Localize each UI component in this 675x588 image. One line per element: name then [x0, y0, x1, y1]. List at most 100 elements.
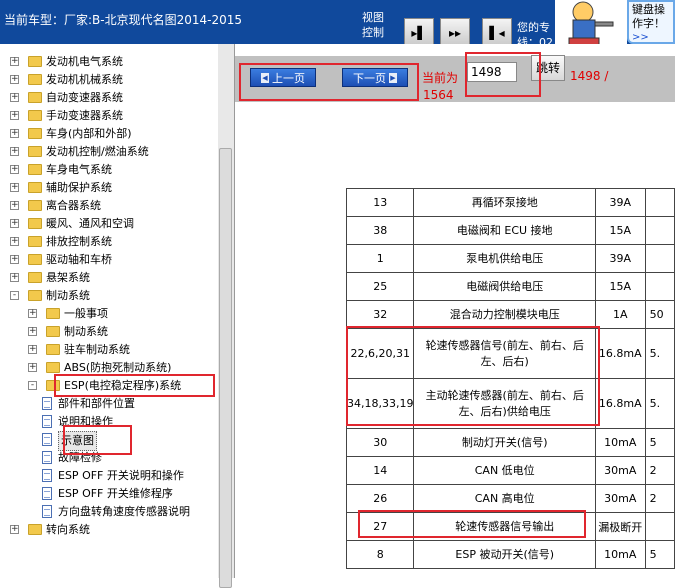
mascot-illustration: [555, 0, 627, 50]
cell-extra: 5.: [644, 378, 675, 429]
tree-item[interactable]: + 发动机控制/燃油系统: [0, 143, 218, 161]
expand-icon[interactable]: +: [10, 147, 19, 156]
expand-icon[interactable]: +: [10, 219, 19, 228]
tree-item[interactable]: + 悬架系统: [0, 269, 218, 287]
table-row: 34,18,33,19 主动轮速传感器(前左、前右、后左、后右)供给电压 16.8m…: [345, 378, 675, 429]
tree-item[interactable]: + 发动机机械系统: [0, 71, 218, 89]
tree-item[interactable]: + 驱动轴和车桥: [0, 251, 218, 269]
tree-item-label: 发动机机械系统: [46, 73, 123, 86]
folder-icon: [28, 56, 42, 67]
folder-icon: [46, 380, 60, 391]
tip-text: 键盘操作字！: [632, 3, 665, 30]
expand-icon[interactable]: +: [10, 93, 19, 102]
folder-icon: [28, 110, 42, 121]
cell-extra: 5: [644, 428, 675, 457]
tree-item-label: ESP OFF 开关说明和操作: [58, 469, 184, 482]
tree-item-label: 示意图: [58, 431, 97, 451]
cell-cur: 16.8mA: [594, 378, 646, 429]
expand-icon[interactable]: +: [28, 345, 37, 354]
tree-item[interactable]: ESP OFF 开关说明和操作: [0, 467, 218, 485]
tree-item[interactable]: - 制动系统: [0, 287, 218, 305]
cell-pin: 30: [345, 428, 415, 457]
cell-cur: 10mA: [594, 428, 646, 457]
tree-item[interactable]: + 车身电气系统: [0, 161, 218, 179]
folder-icon: [28, 182, 42, 193]
next-page-button[interactable]: 下一页 ▶: [342, 68, 408, 87]
expand-icon[interactable]: +: [10, 273, 19, 282]
tree-item-label: 说明和操作: [58, 415, 113, 428]
tree-item[interactable]: + 自动变速器系统: [0, 89, 218, 107]
tree-item-label: 制动系统: [64, 325, 108, 338]
expand-icon[interactable]: +: [10, 75, 19, 84]
table-row: 13 再循环泵接地 39A: [345, 188, 675, 217]
tree-item[interactable]: + 制动系统: [0, 323, 218, 341]
cell-cur: 30mA: [594, 456, 646, 485]
jump-button[interactable]: 跳转: [531, 55, 565, 81]
table-row: 27 轮速传感器信号输出 漏极断开: [345, 512, 675, 541]
tree-item-label: 一般事项: [64, 307, 108, 320]
cell-cur: 1A: [594, 300, 646, 329]
tree-item[interactable]: + 辅助保护系统: [0, 179, 218, 197]
tree-item-label: 悬架系统: [46, 271, 90, 284]
expand-icon[interactable]: +: [10, 57, 19, 66]
tree-item-label: ESP(电控稳定程序)系统: [64, 379, 182, 392]
document-icon: [42, 433, 52, 446]
cell-desc: CAN 低电位: [413, 456, 596, 485]
table-row: 30 制动灯开关(信号) 10mA 5: [345, 428, 675, 457]
folder-icon: [28, 200, 42, 211]
expand-icon[interactable]: +: [10, 165, 19, 174]
tip-more-link[interactable]: >>: [632, 31, 670, 45]
tree-item[interactable]: + 离合器系统: [0, 197, 218, 215]
expand-icon[interactable]: +: [10, 183, 19, 192]
tree-item[interactable]: 故障检修: [0, 449, 218, 467]
tree-item-label: 部件和部件位置: [58, 397, 135, 410]
collapse-icon[interactable]: -: [28, 381, 37, 390]
document-icon: [42, 487, 52, 500]
tree-item[interactable]: + 排放控制系统: [0, 233, 218, 251]
expand-icon[interactable]: +: [10, 201, 19, 210]
tree-item[interactable]: ESP OFF 开关维修程序: [0, 485, 218, 503]
tree-item[interactable]: + 车身(内部和外部): [0, 125, 218, 143]
tree-item[interactable]: + 一般事项: [0, 305, 218, 323]
collapse-icon[interactable]: -: [10, 291, 19, 300]
tree-item-label: ABS(防抱死制动系统): [64, 361, 172, 374]
tree-item[interactable]: + 手动变速器系统: [0, 107, 218, 125]
expand-icon[interactable]: +: [28, 327, 37, 336]
cell-extra: [644, 216, 675, 245]
tree-item[interactable]: - ESP(电控稳定程序)系统: [0, 377, 218, 395]
prev-page-button[interactable]: ◀ 上一页: [250, 68, 316, 87]
tree-item[interactable]: + 暖风、通风和空调: [0, 215, 218, 233]
cell-extra: [644, 188, 675, 217]
cell-extra: 2: [644, 456, 675, 485]
tree-item[interactable]: 方向盘转角速度传感器说明: [0, 503, 218, 521]
page-total-text: 1564: [423, 88, 454, 102]
expand-icon[interactable]: +: [10, 525, 19, 534]
cell-extra: [644, 244, 675, 273]
folder-icon: [28, 290, 42, 301]
folder-icon: [28, 218, 42, 229]
pin-spec-table: 13 再循环泵接地 39A 38 电磁阀和 ECU 接地 15A 1 泵电机供给电压 39A 25…: [345, 188, 675, 569]
tree-item[interactable]: 说明和操作: [0, 413, 218, 431]
tree-item[interactable]: + 发动机电气系统: [0, 53, 218, 71]
cell-desc: 轮速传感器信号输出: [413, 512, 596, 541]
document-icon: [42, 505, 52, 518]
cell-pin: 27: [345, 512, 415, 541]
expand-icon[interactable]: +: [10, 111, 19, 120]
cell-desc: 再循环泵接地: [413, 188, 596, 217]
expand-icon[interactable]: +: [10, 129, 19, 138]
cell-pin: 8: [345, 540, 415, 569]
expand-icon[interactable]: +: [10, 255, 19, 264]
folder-icon: [28, 236, 42, 247]
tree-item-label: 发动机控制/燃油系统: [46, 145, 149, 158]
tree-item[interactable]: 部件和部件位置: [0, 395, 218, 413]
tree-item[interactable]: + ABS(防抱死制动系统): [0, 359, 218, 377]
page-number-input[interactable]: [467, 62, 517, 82]
expand-icon[interactable]: +: [28, 309, 37, 318]
tree-item[interactable]: 示意图: [0, 431, 218, 451]
expand-icon[interactable]: +: [28, 363, 37, 372]
sidebar-scrollbar-thumb[interactable]: [219, 148, 232, 588]
folder-icon: [46, 362, 60, 373]
tree-item[interactable]: + 转向系统: [0, 521, 218, 539]
expand-icon[interactable]: +: [10, 237, 19, 246]
tree-item[interactable]: + 驻车制动系统: [0, 341, 218, 359]
